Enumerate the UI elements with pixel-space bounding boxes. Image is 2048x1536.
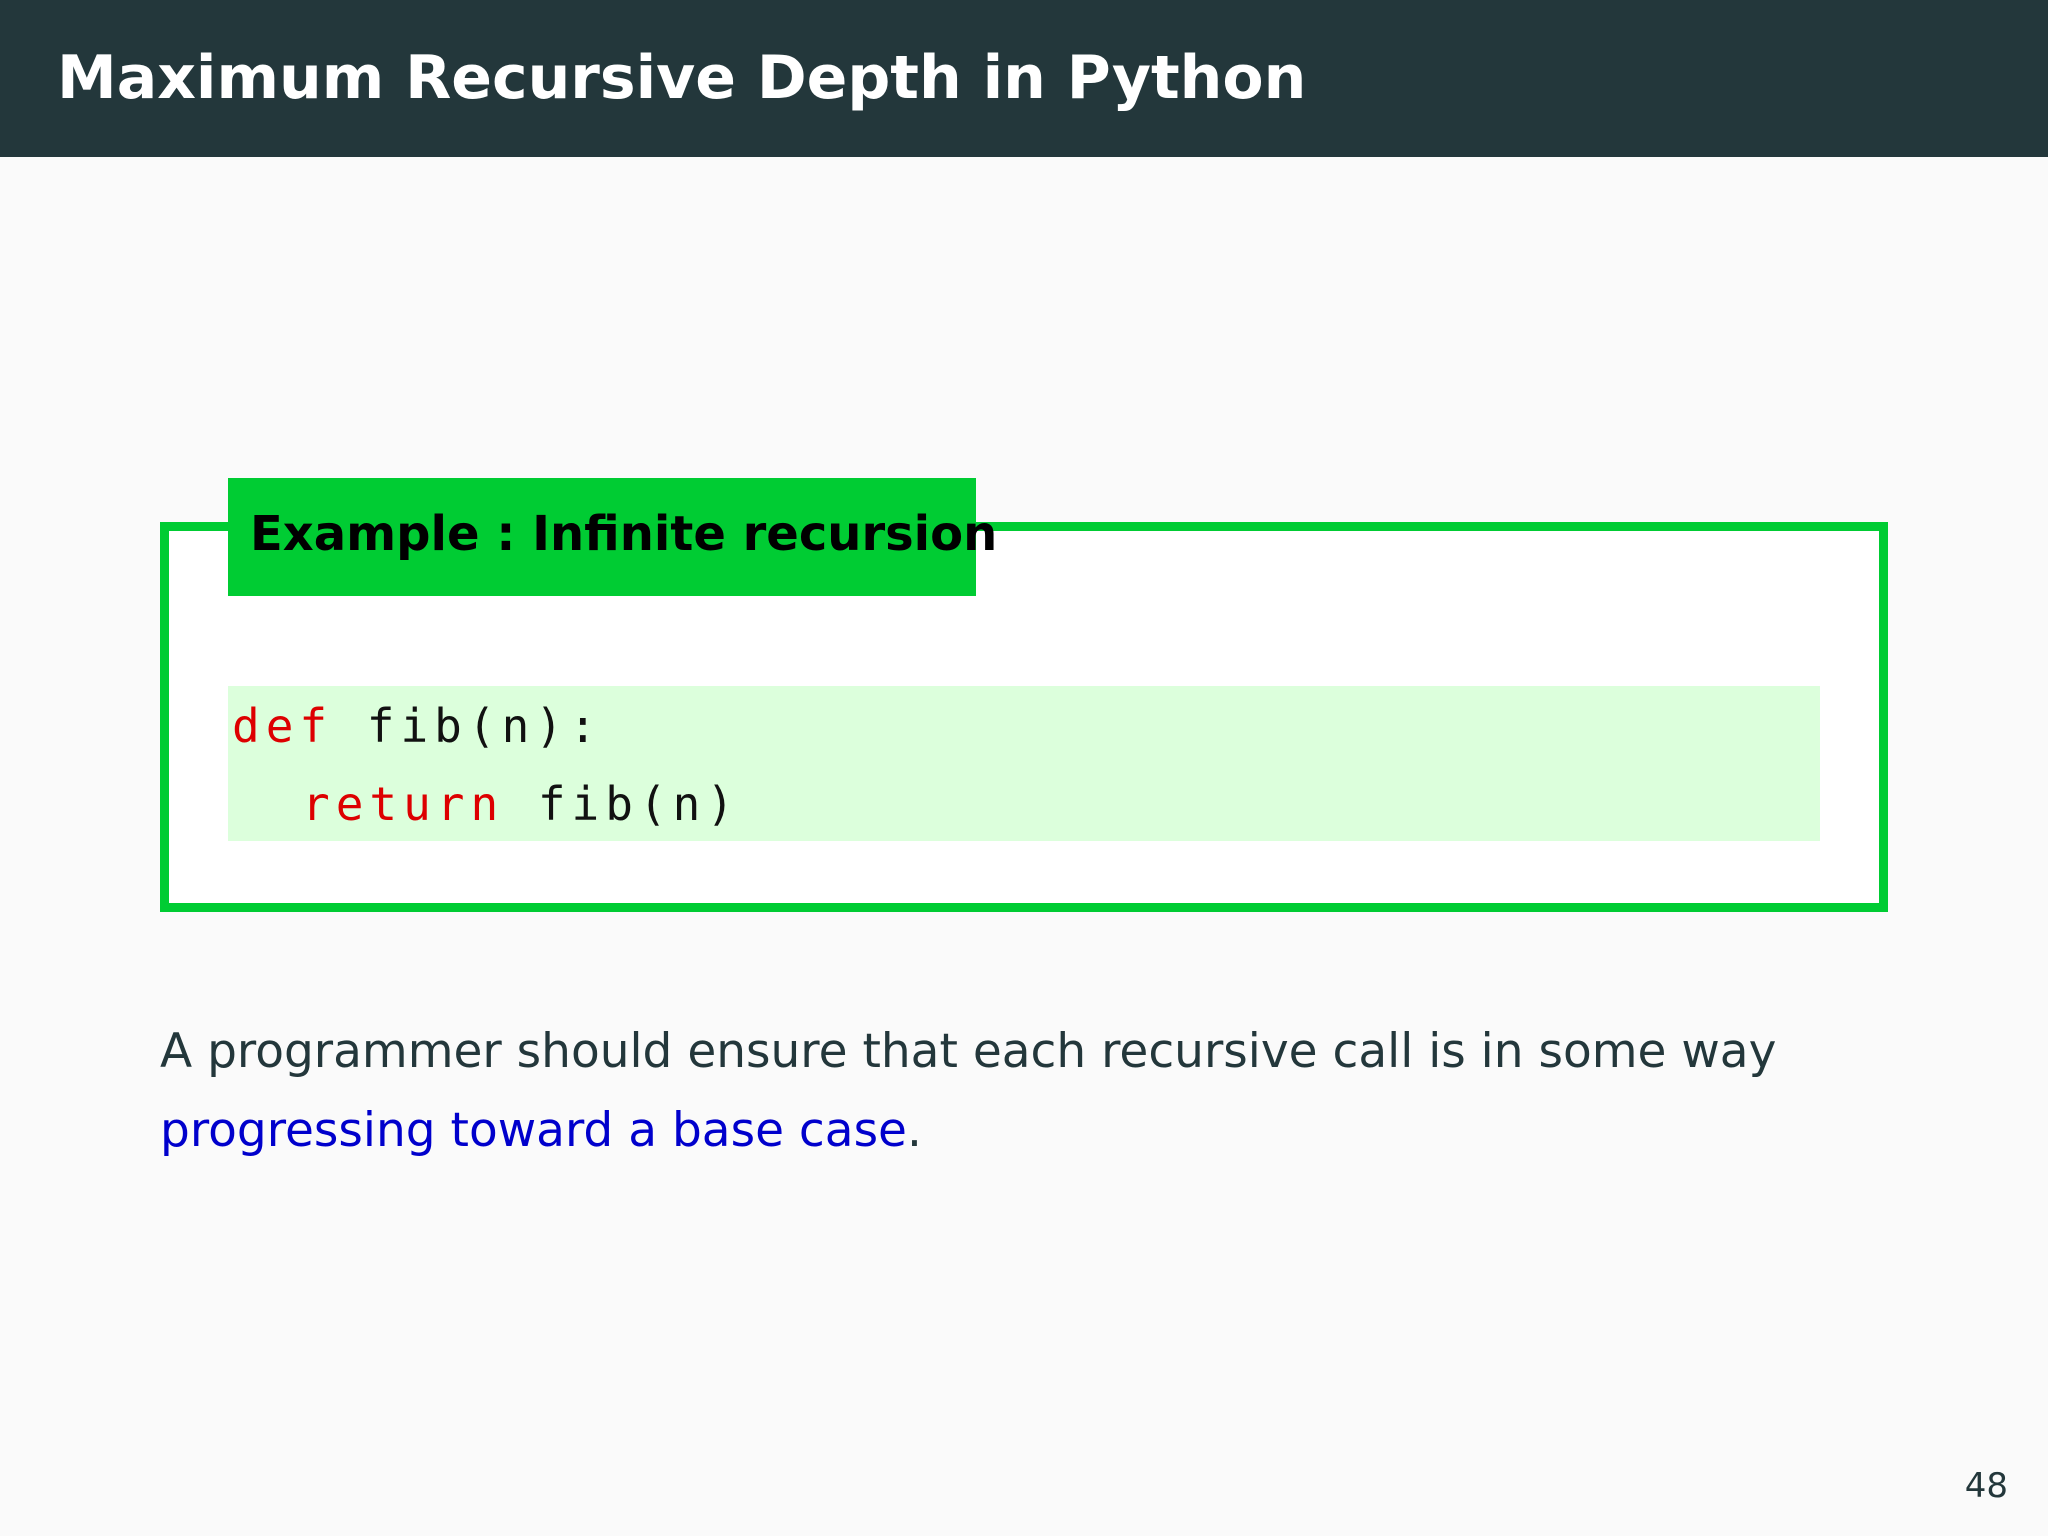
example-block-header: Example : Infinite recursion: [228, 478, 997, 596]
title-bar: Maximum Recursive Depth in Python: [0, 0, 2048, 157]
code-line: def fib(n):: [232, 696, 603, 756]
body-paragraph: A programmer should ensure that each rec…: [160, 1012, 1960, 1170]
body-text: A programmer should ensure that each rec…: [160, 1024, 1777, 1079]
code-text: fib(n): [504, 777, 741, 831]
code-block: def fib(n): return fib(n): [228, 686, 1820, 841]
body-text-end: .: [906, 1103, 922, 1158]
code-text: fib(n):: [333, 699, 603, 753]
code-keyword: return: [302, 777, 505, 831]
highlighted-phrase: progressing toward a base case: [160, 1103, 907, 1158]
page-number: 48: [1964, 1466, 2008, 1506]
code-keyword: def: [232, 699, 334, 753]
example-block-title: Example : Infinite recursion: [250, 506, 998, 562]
code-line: return fib(n): [302, 774, 740, 834]
slide-title: Maximum Recursive Depth in Python: [57, 43, 1307, 113]
